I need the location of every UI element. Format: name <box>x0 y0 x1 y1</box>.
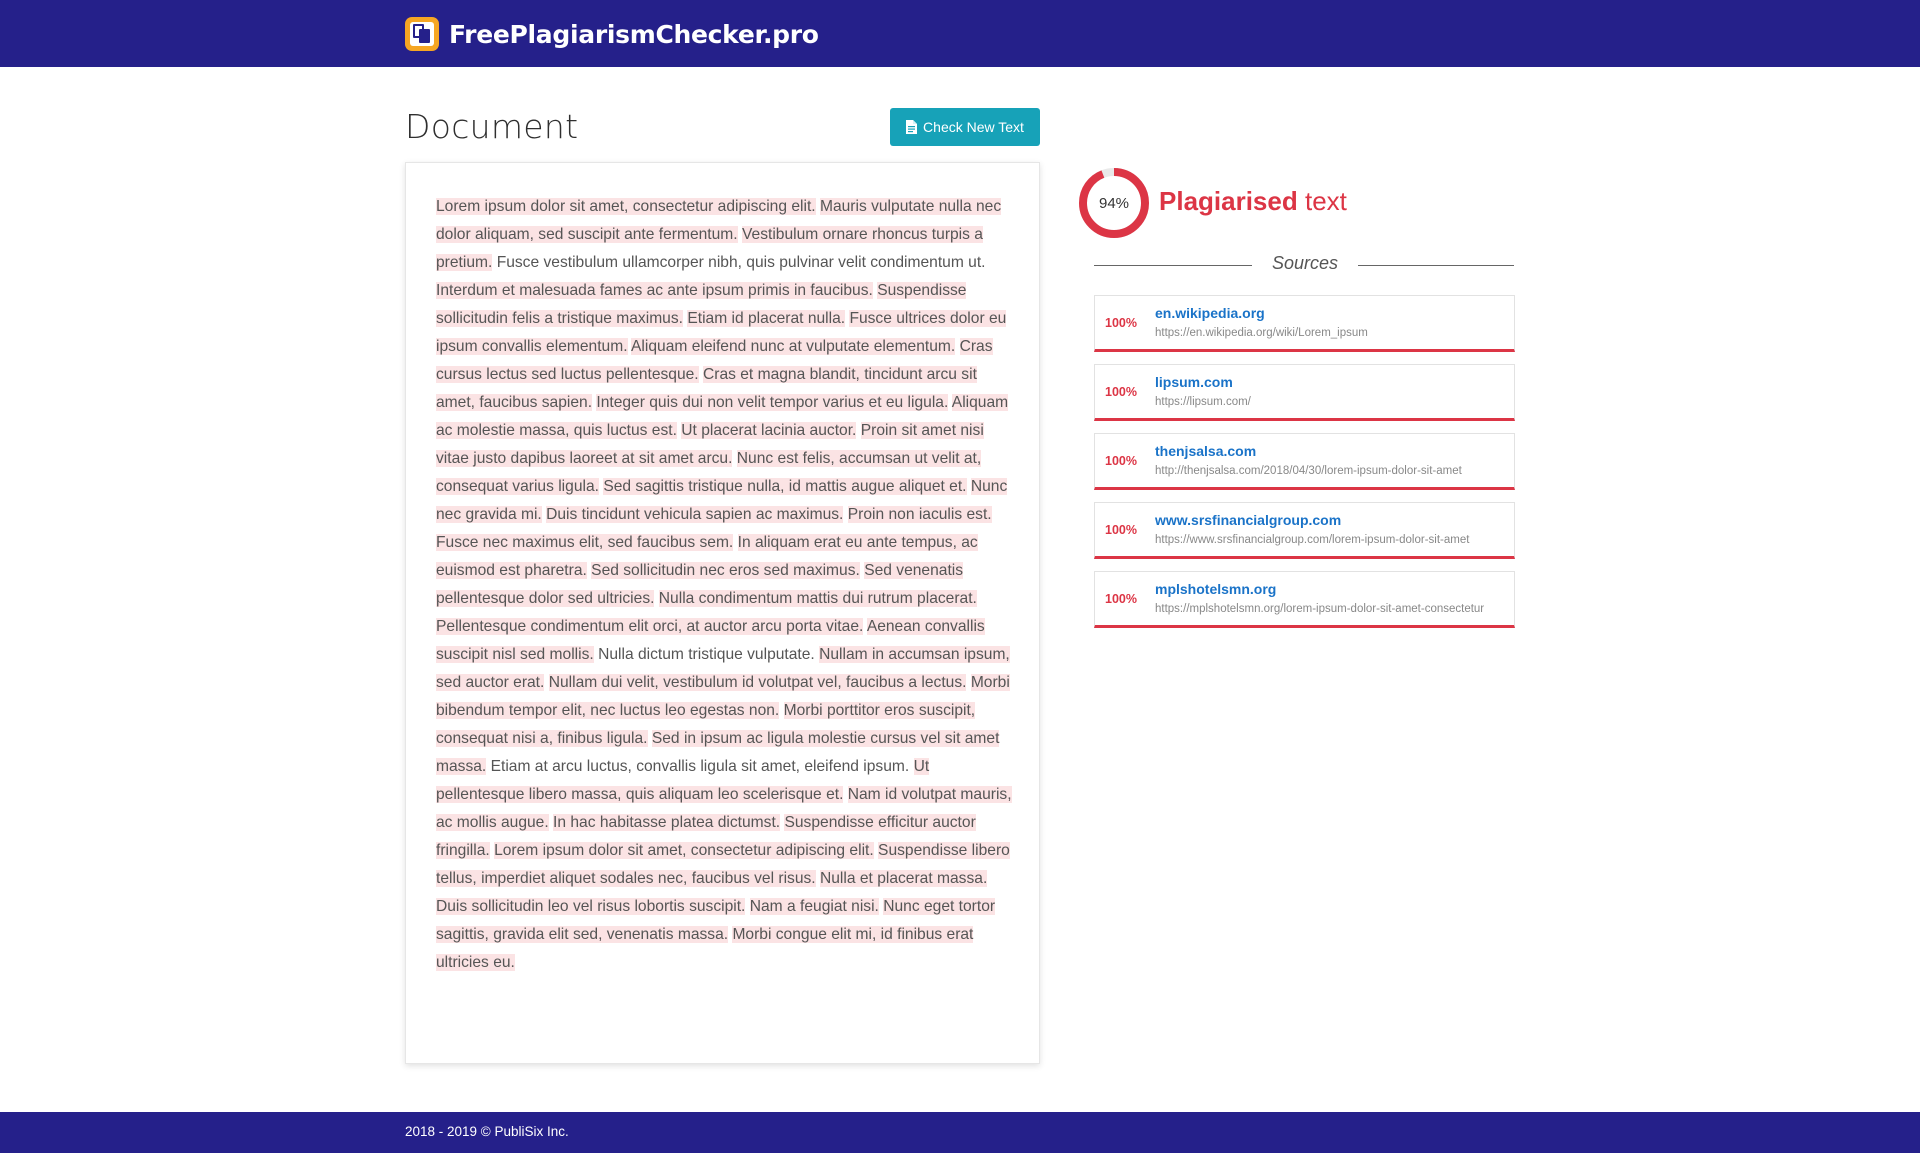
source-url: https://en.wikipedia.org/wiki/Lorem_ipsu… <box>1155 327 1368 339</box>
source-percent: 100% <box>1105 385 1137 399</box>
document-heading: Document <box>405 107 579 146</box>
plagiarised-sentence: Nullam dui velit, vestibulum id volutpat… <box>548 674 967 691</box>
brand-name: FreePlagiarismChecker.pro <box>449 19 819 49</box>
source-url: http://thenjsalsa.com/2018/04/30/lorem-i… <box>1155 465 1462 477</box>
sources-divider: Sources <box>1094 253 1514 277</box>
plagiarised-sentence: Aliquam eleifend nunc at vulputate eleme… <box>631 338 956 355</box>
plagiarised-sentence: Nulla et placerat massa. <box>820 870 988 887</box>
source-domain-link[interactable]: lipsum.com <box>1155 374 1233 390</box>
source-domain-link[interactable]: en.wikipedia.org <box>1155 305 1265 321</box>
plagiarised-sentence: Nulla condimentum mattis dui rutrum plac… <box>658 590 977 607</box>
copyright-text: 2018 - 2019 © PubliSix Inc. <box>405 1124 569 1139</box>
document-card: Lorem ipsum dolor sit amet, consectetur … <box>405 162 1040 1064</box>
plagiarised-sentence: Duis sollicitudin leo vel risus lobortis… <box>436 898 746 915</box>
top-navbar: FreePlagiarismChecker.pro <box>0 0 1920 67</box>
plagiarised-sentence: Ut placerat lacinia auctor. <box>681 422 857 439</box>
plagiarised-sentence: Fusce nec maximus elit, sed faucibus sem… <box>436 534 734 551</box>
plagiarised-sentence: Integer quis dui non velit tempor varius… <box>596 394 949 411</box>
source-url: https://lipsum.com/ <box>1155 396 1251 408</box>
plagiarised-sentence: Proin non iaculis est. <box>847 506 992 523</box>
plagiarised-sentence: Nam a feugiat nisi. <box>749 898 879 915</box>
original-sentence: Etiam at arcu luctus, convallis ligula s… <box>490 758 910 775</box>
plagiarised-label: Plagiarised <box>1159 186 1298 216</box>
sources-label: Sources <box>1271 253 1339 273</box>
source-domain-link[interactable]: thenjsalsa.com <box>1155 443 1256 459</box>
source-domain-link[interactable]: mplshotelsmn.org <box>1155 581 1276 597</box>
plagiarised-sentence: Lorem ipsum dolor sit amet, consectetur … <box>436 198 816 215</box>
text-label: text <box>1304 186 1347 216</box>
brand-link[interactable]: FreePlagiarismChecker.pro <box>405 15 819 53</box>
source-card[interactable]: 100% lipsum.com https://lipsum.com/ <box>1094 364 1515 421</box>
plagiarised-sentence: Pellentesque condimentum elit orci, at a… <box>436 618 864 635</box>
source-card[interactable]: 100% en.wikipedia.org https://en.wikiped… <box>1094 295 1515 352</box>
source-percent: 100% <box>1105 592 1137 606</box>
footer: 2018 - 2019 © PubliSix Inc. <box>0 1112 1920 1153</box>
source-card[interactable]: 100% thenjsalsa.com http://thenjsalsa.co… <box>1094 433 1515 490</box>
source-url: https://www.srsfinancialgroup.com/lorem-… <box>1155 534 1470 546</box>
plagiarised-sentence: Lorem ipsum dolor sit amet, consectetur … <box>494 842 874 859</box>
plagiarised-title: Plagiarised text <box>1159 186 1347 217</box>
plagiarised-sentence: Sed sagittis tristique nulla, id mattis … <box>603 478 967 495</box>
documents-icon <box>405 17 439 51</box>
source-card[interactable]: 100% mplshotelsmn.org https://mplshotels… <box>1094 571 1515 628</box>
original-sentence: Nulla dictum tristique vulputate. <box>598 646 815 663</box>
check-new-text-button[interactable]: Check New Text <box>890 108 1040 146</box>
file-text-icon <box>906 120 918 134</box>
source-card[interactable]: 100% www.srsfinancialgroup.com https://w… <box>1094 502 1515 559</box>
plagiarised-sentence: Etiam id placerat nulla. <box>687 310 846 327</box>
document-text: Lorem ipsum dolor sit amet, consectetur … <box>436 193 1016 977</box>
source-percent: 100% <box>1105 523 1137 537</box>
plagiarised-sentence: Duis tincidunt vehicula sapien ac maximu… <box>546 506 844 523</box>
source-domain-link[interactable]: www.srsfinancialgroup.com <box>1155 512 1341 528</box>
plagiarised-sentence: Interdum et malesuada fames ac ante ipsu… <box>436 282 873 299</box>
source-percent: 100% <box>1105 316 1137 330</box>
gauge-percent: 94% <box>1098 194 1130 212</box>
plagiarised-sentence: Sed sollicitudin nec eros sed maximus. <box>591 562 860 579</box>
original-sentence: Fusce vestibulum ullamcorper nibh, quis … <box>496 254 986 271</box>
source-url: https://mplshotelsmn.org/lorem-ipsum-dol… <box>1155 603 1485 615</box>
check-new-text-label: Check New Text <box>923 119 1024 135</box>
source-percent: 100% <box>1105 454 1137 468</box>
plagiarised-sentence: In hac habitasse platea dictumst. <box>553 814 781 831</box>
